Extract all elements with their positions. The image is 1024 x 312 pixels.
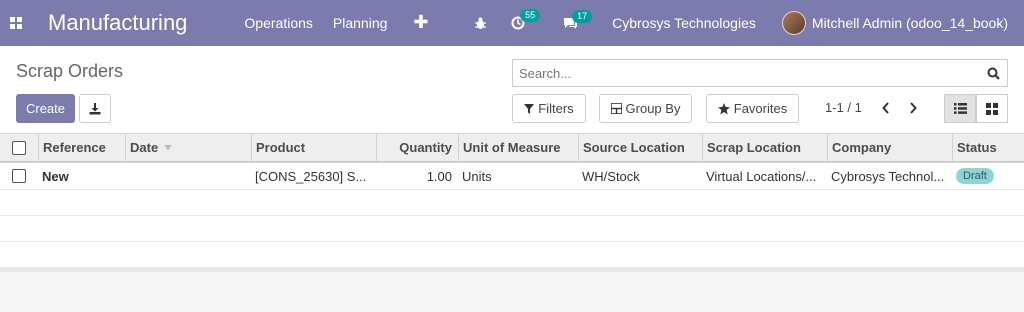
kanban-view-button[interactable]	[976, 94, 1008, 123]
apps-menu-icon[interactable]	[0, 0, 32, 46]
download-icon	[89, 102, 101, 114]
cell-scrap-location: Virtual Locations/...	[706, 168, 817, 184]
col-quantity[interactable]: Quantity	[376, 134, 458, 161]
debug-icon[interactable]	[474, 17, 487, 30]
row-checkbox[interactable]	[12, 169, 26, 183]
company-switcher[interactable]: Cybrosys Technologies	[612, 15, 756, 31]
table-row[interactable]: New [CONS_25630] S... 1.00 Units WH/Stoc…	[0, 163, 1024, 190]
main-menu: Operations Planning ✚	[244, 13, 448, 31]
filters-label: Filters	[538, 101, 574, 116]
messaging-icon[interactable]: 17	[563, 9, 593, 30]
cell-quantity: 1.00	[426, 168, 452, 184]
col-date[interactable]: Date	[125, 134, 251, 161]
message-count-badge: 17	[572, 9, 593, 23]
groupby-button[interactable]: Group By	[599, 94, 692, 123]
cell-source-location: WH/Stock	[582, 168, 640, 184]
groupby-icon	[610, 103, 622, 114]
row-select-cell	[0, 163, 38, 189]
avatar	[781, 11, 806, 35]
favorites-button[interactable]: Favorites	[706, 94, 799, 123]
col-status[interactable]: Status	[952, 134, 1024, 161]
col-reference[interactable]: Reference	[38, 134, 125, 161]
filter-icon	[524, 103, 535, 114]
search-icon[interactable]	[979, 60, 1007, 86]
kanban-view-icon	[986, 102, 998, 115]
col-source-location[interactable]: Source Location	[578, 134, 702, 161]
activity-icon[interactable]: 55	[511, 9, 541, 30]
create-button[interactable]: Create	[16, 94, 75, 123]
col-product[interactable]: Product	[251, 134, 376, 161]
chevron-left-icon[interactable]	[874, 96, 898, 120]
cell-product: [CONS_25630] S...	[255, 168, 367, 184]
breadcrumb: Scrap Orders	[16, 61, 124, 81]
systray: 55 17 Cybrosys Technologies Mitchell Adm…	[474, 0, 1024, 46]
menu-planning[interactable]: Planning	[333, 15, 388, 31]
filters-button[interactable]: Filters	[512, 94, 586, 123]
chevron-right-icon[interactable]	[901, 96, 925, 120]
activity-count-badge: 55	[520, 9, 541, 22]
search-bar	[512, 59, 1008, 87]
app-title[interactable]: Manufacturing	[48, 10, 187, 36]
col-company[interactable]: Company	[827, 134, 952, 161]
list-view-button[interactable]	[944, 94, 976, 123]
search-input[interactable]	[513, 61, 979, 85]
scrap-orders-table: Reference Date Product Quantity Unit of …	[0, 133, 1024, 268]
download-button[interactable]	[79, 94, 111, 123]
list-view-icon	[953, 103, 967, 114]
pager-value[interactable]: 1-1 / 1	[825, 100, 862, 115]
col-date-label: Date	[130, 140, 159, 155]
cell-date	[125, 163, 251, 189]
select-all-checkbox[interactable]	[12, 140, 26, 155]
status-badge: Draft	[956, 168, 994, 184]
col-scrap-location[interactable]: Scrap Location	[702, 134, 827, 161]
table-header: Reference Date Product Quantity Unit of …	[0, 133, 1024, 163]
sort-caret-icon	[164, 145, 173, 150]
cell-company: Cybrosys Technol...	[831, 168, 945, 184]
menu-operations[interactable]: Operations	[244, 15, 312, 31]
cell-status: Draft	[952, 163, 1024, 189]
user-menu[interactable]: Mitchell Admin (odoo_14_book)	[781, 11, 1008, 35]
plus-icon[interactable]: ✚	[413, 13, 428, 31]
select-all-cell	[0, 134, 38, 161]
cell-uom: Units	[462, 168, 492, 184]
col-uom[interactable]: Unit of Measure	[458, 134, 578, 161]
empty-row	[0, 190, 1024, 216]
top-navbar: Manufacturing Operations Planning ✚ 55 1…	[0, 0, 1024, 46]
table-footer	[0, 268, 1024, 312]
star-icon	[717, 102, 730, 114]
empty-row	[0, 242, 1024, 268]
favorites-label: Favorites	[733, 101, 788, 116]
groupby-label: Group By	[625, 101, 681, 116]
cell-reference: New	[42, 168, 69, 184]
user-name: Mitchell Admin (odoo_14_book)	[811, 15, 1008, 31]
empty-row	[0, 216, 1024, 242]
